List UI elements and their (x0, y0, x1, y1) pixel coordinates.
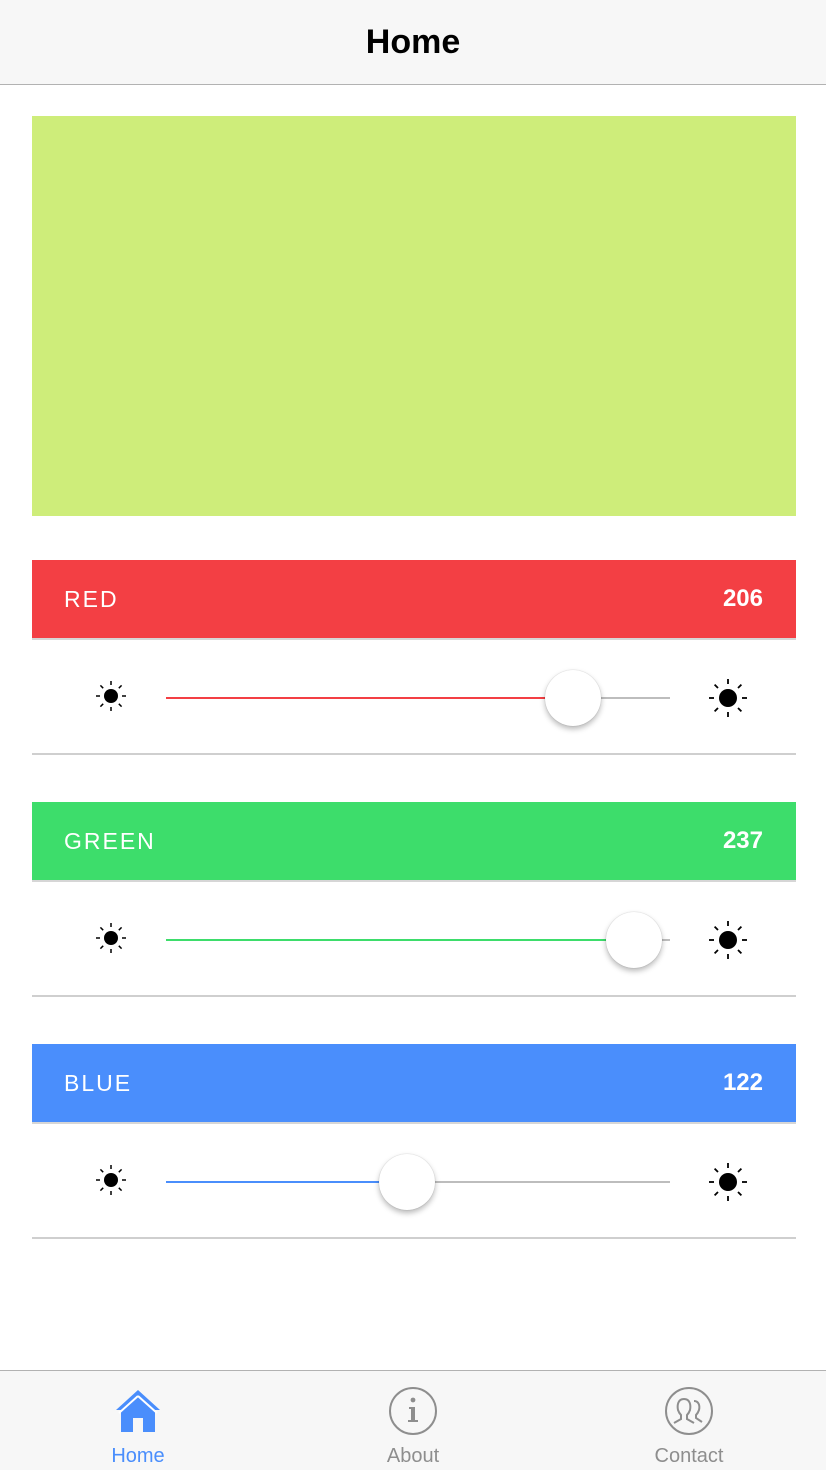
red-slider-row (32, 640, 796, 755)
home-icon (116, 1390, 160, 1432)
green-slider-thumb[interactable] (606, 912, 663, 968)
green-channel-header: GREEN 237 (32, 802, 796, 882)
red-slider-fill (166, 697, 574, 699)
nav-header: Home (0, 0, 826, 85)
tab-about-label: About (386, 1445, 440, 1467)
green-channel-value: 237 (722, 827, 763, 854)
red-channel-label: RED (64, 585, 119, 612)
blue-channel: BLUE 122 (32, 1044, 796, 1239)
green-channel-label: GREEN (64, 827, 156, 854)
tab-about[interactable]: About (323, 1371, 503, 1470)
contact-icon (665, 1387, 713, 1435)
blue-channel-header: BLUE 122 (32, 1044, 796, 1124)
brightness-low-icon (96, 923, 126, 953)
green-slider-track[interactable] (166, 939, 670, 941)
page-title: Home (365, 22, 461, 61)
app-screen: Home RED 206 GREEN 237 BLUE 122 Home Abo… (0, 0, 826, 1470)
tab-home[interactable]: Home (48, 1371, 228, 1470)
brightness-high-icon (709, 679, 747, 717)
green-slider-row (32, 882, 796, 997)
green-slider-fill (166, 939, 635, 941)
info-icon (389, 1387, 437, 1435)
brightness-low-icon (96, 1165, 126, 1195)
blue-slider-thumb[interactable] (379, 1154, 436, 1210)
tab-contact-label: Contact (654, 1445, 724, 1467)
brightness-low-icon (96, 681, 126, 711)
red-channel-header: RED 206 (32, 560, 796, 640)
blue-channel-label: BLUE (64, 1069, 133, 1096)
red-channel: RED 206 (32, 560, 796, 755)
brightness-high-icon (709, 1163, 747, 1201)
blue-channel-value: 122 (722, 1069, 763, 1096)
red-slider-thumb[interactable] (545, 670, 602, 726)
tab-bar: Home About Contact (0, 1370, 826, 1470)
brightness-high-icon (709, 921, 747, 959)
red-channel-value: 206 (722, 585, 763, 612)
color-preview (32, 116, 796, 516)
blue-slider-row (32, 1124, 796, 1239)
blue-slider-fill (166, 1181, 408, 1183)
tab-contact[interactable]: Contact (599, 1371, 779, 1470)
tab-home-label: Home (111, 1445, 165, 1467)
green-channel: GREEN 237 (32, 802, 796, 997)
